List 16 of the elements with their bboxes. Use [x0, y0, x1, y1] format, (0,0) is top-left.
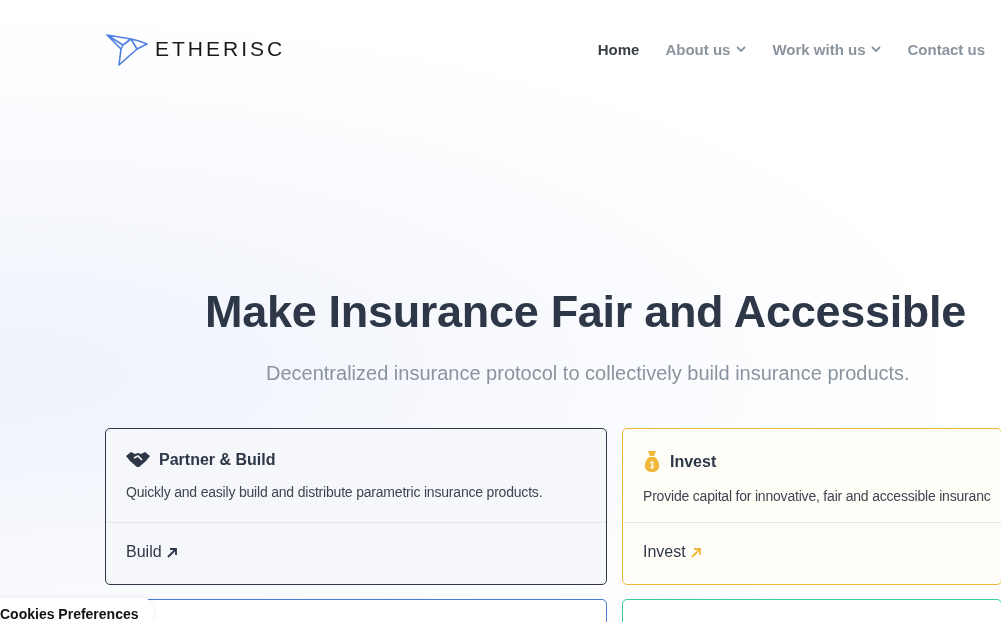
card-link[interactable]: Invest — [623, 523, 722, 581]
card-link[interactable]: Build — [106, 523, 198, 581]
card-description: Quickly and easily build and distribute parametric insurance products. — [126, 483, 544, 502]
nav-link[interactable]: Home — [597, 40, 640, 58]
money-bag-icon — [643, 451, 661, 473]
card-title: Partner & Build — [159, 451, 276, 469]
hero-title: Make Insurance Fair and Accessible — [205, 286, 967, 338]
card-description: Provide capital for innovative, fair and accessible insuranc — [643, 487, 992, 506]
handshake-icon — [126, 452, 150, 468]
hero-subtitle: Decentralized insurance protocol to collectively build insurance products. — [266, 362, 911, 385]
card-title: Invest — [670, 453, 717, 471]
arrow-up-right-icon — [690, 546, 702, 558]
cookie-preferences-tab[interactable]: Cookies Preferences — [0, 598, 153, 622]
arrow-up-right-icon — [166, 546, 178, 558]
brand-name[interactable]: ETHERISC — [155, 37, 286, 61]
bird-logo-icon — [105, 31, 149, 67]
